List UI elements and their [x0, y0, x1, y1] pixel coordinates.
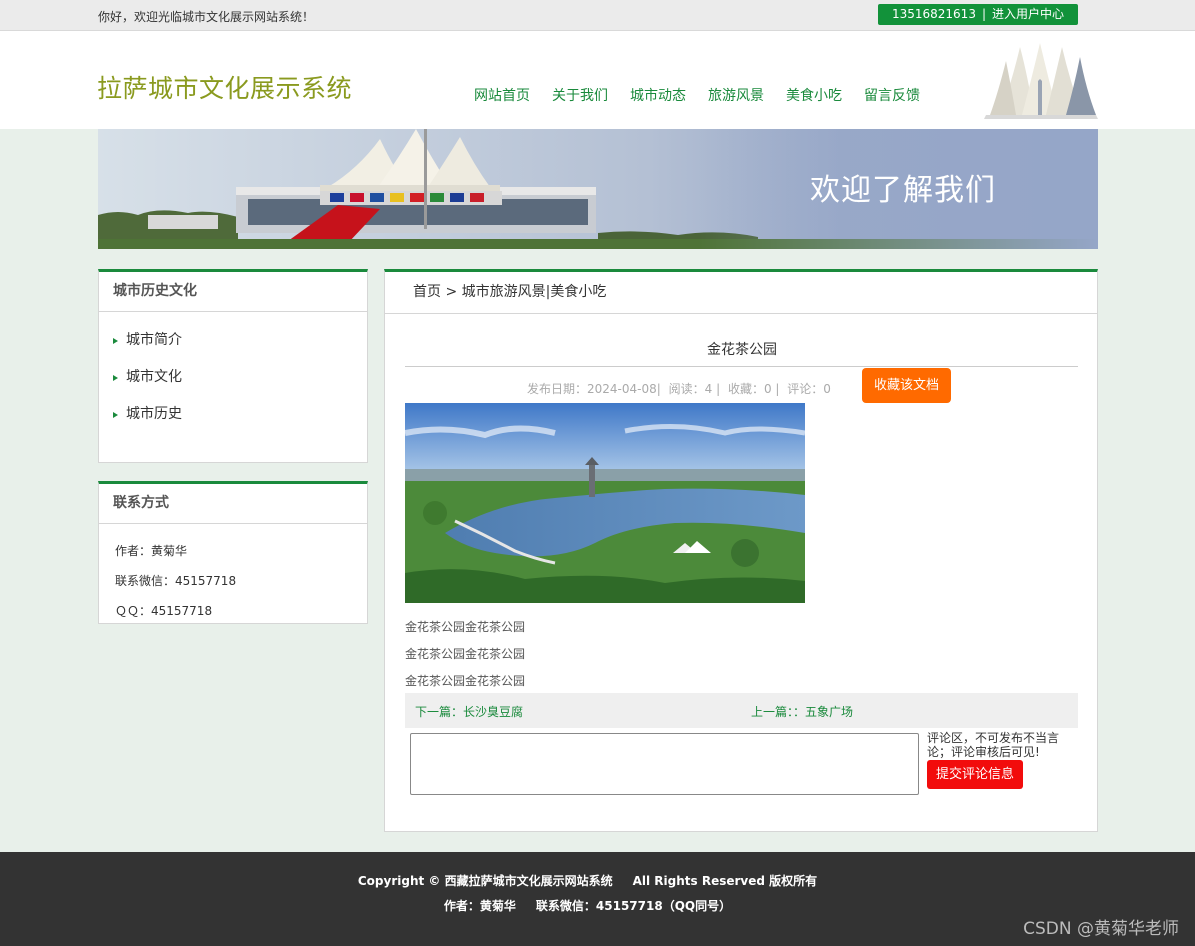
submit-comment-button[interactable]: 提交评论信息	[927, 760, 1023, 789]
publish-date: 发布日期：2024-04-08|	[527, 382, 661, 396]
nav-food[interactable]: 美食小吃	[786, 85, 842, 105]
article-pager: 下一篇：长沙臭豆腐 上一篇：：五象广场	[405, 693, 1078, 728]
breadcrumb: 首页 > 城市旅游风景|美食小吃	[385, 272, 1097, 314]
footer-wechat: 联系微信：45157718（QQ同号）	[535, 899, 732, 913]
comment-notice: 评论区，不可发布不当言论；评论审核后可见!	[927, 731, 1060, 759]
phone-number: 13516821613	[891, 7, 976, 21]
top-bar: 你好，欢迎光临城市文化展示网站系统！ 13516821613 | 进入用户中心	[0, 0, 1195, 31]
nav-city-news[interactable]: 城市动态	[630, 85, 686, 105]
landmark-building-logo	[984, 43, 1098, 119]
nav-about[interactable]: 关于我们	[552, 85, 608, 105]
banner: 欢迎了解我们	[98, 129, 1098, 249]
contact-box: 联系方式 作者：黄菊华 联系微信：45157718 ＱＱ：45157718	[98, 481, 368, 624]
nav-feedback[interactable]: 留言反馈	[864, 85, 920, 105]
site-title: 拉萨城市文化展示系统	[97, 74, 353, 103]
sidebar-item-city-culture[interactable]: 城市文化	[113, 359, 367, 396]
separator: |	[981, 7, 986, 21]
site-footer: Copyright © 西藏拉萨城市文化展示网站系统 All Rights Res…	[0, 852, 1195, 946]
sidebar-item-label: 城市简介	[126, 332, 182, 348]
contact-info: 作者：黄菊华 联系微信：45157718 ＱＱ：45157718	[99, 524, 367, 626]
article-title: 金花茶公园	[707, 342, 777, 358]
article-meta: 发布日期：2024-04-08| 阅读：4 | 收藏：0 | 评论：0	[527, 380, 835, 397]
user-center-link[interactable]: 13516821613 | 进入用户中心	[878, 4, 1078, 25]
footer-copyright: Copyright © 西藏拉萨城市文化展示网站系统	[357, 874, 613, 888]
footer-contact-line: 作者：黄菊华 联系微信：45157718（QQ同号）	[0, 897, 1175, 914]
history-culture-list: 城市简介 城市文化 城市历史	[99, 312, 367, 433]
previous-article-link[interactable]: 上一篇：：五象广场	[751, 703, 853, 720]
contact-wechat: 联系微信：45157718	[115, 574, 237, 588]
footer-copyright-line: Copyright © 西藏拉萨城市文化展示网站系统 All Rights Res…	[0, 872, 1175, 889]
article-panel: 首页 > 城市旅游风景|美食小吃 金花茶公园 发布日期：2024-04-08| …	[384, 269, 1098, 832]
sidebar-item-city-history[interactable]: 城市历史	[113, 396, 367, 433]
history-culture-title: 城市历史文化	[99, 272, 367, 312]
comment-count: 评论：0	[787, 382, 831, 396]
sidebar-item-label: 城市文化	[126, 369, 182, 385]
triangle-bullet-icon	[113, 337, 118, 344]
comment-textarea[interactable]	[410, 733, 919, 795]
read-count: 阅读：4 |	[668, 382, 721, 396]
favorite-button[interactable]: 收藏该文档	[862, 368, 951, 403]
history-culture-box: 城市历史文化 城市简介 城市文化 城市历史	[98, 269, 368, 463]
contact-author: 作者：黄菊华	[115, 544, 188, 558]
footer-author: 作者：黄菊华	[443, 899, 516, 913]
contact-title: 联系方式	[99, 484, 367, 524]
triangle-bullet-icon	[113, 374, 118, 381]
favorite-count: 收藏：0 |	[727, 382, 780, 396]
user-center-label: 进入用户中心	[992, 7, 1065, 21]
sidebar-item-label: 城市历史	[126, 406, 182, 422]
article-photo	[405, 403, 805, 603]
main-nav: 网站首页 关于我们 城市动态 旅游风景 美食小吃 留言反馈	[474, 85, 942, 105]
banner-welcome-text: 欢迎了解我们	[810, 173, 996, 208]
article-paragraph: 金花茶公园金花茶公园	[405, 620, 526, 634]
nav-home[interactable]: 网站首页	[474, 85, 530, 105]
triangle-bullet-icon	[113, 411, 118, 418]
welcome-message: 你好，欢迎光临城市文化展示网站系统！	[98, 10, 315, 24]
article-paragraph: 金花茶公园金花茶公园	[405, 674, 526, 688]
article-paragraph: 金花茶公园金花茶公园	[405, 647, 526, 661]
site-header: 拉萨城市文化展示系统 网站首页 关于我们 城市动态 旅游风景 美食小吃 留言反馈	[0, 31, 1195, 129]
csdn-watermark: CSDN @黄菊华老师	[1023, 919, 1179, 939]
sidebar-item-city-intro[interactable]: 城市简介	[113, 322, 367, 359]
contact-qq: ＱＱ：45157718	[115, 604, 213, 618]
next-article-link[interactable]: 下一篇：长沙臭豆腐	[415, 703, 523, 720]
footer-rights: All Rights Reserved 版权所有	[632, 874, 818, 888]
nav-scenery[interactable]: 旅游风景	[708, 85, 764, 105]
title-divider	[405, 366, 1078, 367]
